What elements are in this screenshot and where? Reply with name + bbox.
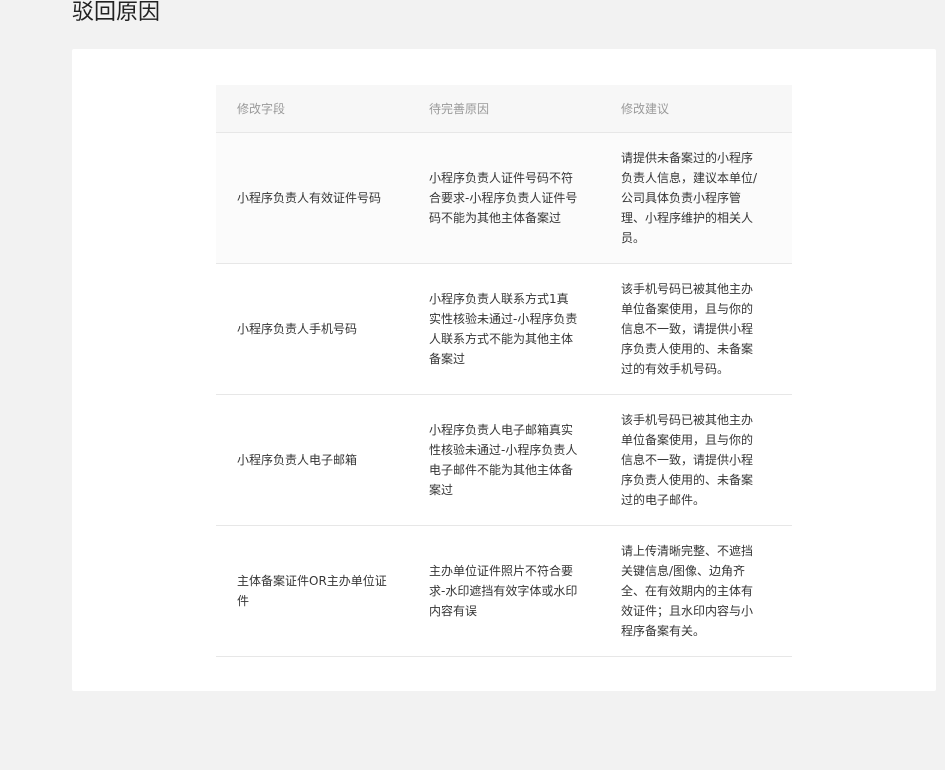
page-title: 驳回原因 bbox=[72, 0, 161, 25]
cell-field: 小程序负责人有效证件号码 bbox=[216, 132, 408, 264]
table-header-row: 修改字段 待完善原因 修改建议 bbox=[216, 85, 792, 133]
cell-field: 主体备案证件OR主办单位证件 bbox=[216, 525, 408, 657]
cell-field: 小程序负责人电子邮箱 bbox=[216, 394, 408, 526]
table-row: 小程序负责人有效证件号码 小程序负责人证件号码不符合要求-小程序负责人证件号码不… bbox=[216, 132, 792, 264]
table-row: 小程序负责人电子邮箱 小程序负责人电子邮箱真实性核验未通过-小程序负责人电子邮件… bbox=[216, 394, 792, 526]
cell-field: 小程序负责人手机号码 bbox=[216, 263, 408, 395]
table-row: 小程序负责人手机号码 小程序负责人联系方式1真实性核验未通过-小程序负责人联系方… bbox=[216, 263, 792, 395]
column-header-reason: 待完善原因 bbox=[408, 85, 600, 133]
cell-reason: 小程序负责人联系方式1真实性核验未通过-小程序负责人联系方式不能为其他主体备案过 bbox=[408, 263, 600, 395]
column-header-suggestion: 修改建议 bbox=[600, 85, 792, 133]
cell-suggestion: 请提供未备案过的小程序负责人信息，建议本单位/公司具体负责小程序管理、小程序维护… bbox=[600, 132, 792, 264]
cell-reason: 小程序负责人证件号码不符合要求-小程序负责人证件号码不能为其他主体备案过 bbox=[408, 132, 600, 264]
cell-suggestion: 该手机号码已被其他主办单位备案使用，且与你的信息不一致，请提供小程序负责人使用的… bbox=[600, 263, 792, 395]
table-row: 主体备案证件OR主办单位证件 主办单位证件照片不符合要求-水印遮挡有效字体或水印… bbox=[216, 525, 792, 657]
column-header-field: 修改字段 bbox=[216, 85, 408, 133]
reject-reason-card: 修改字段 待完善原因 修改建议 小程序负责人有效证件号码 小程序负责人证件号码不… bbox=[72, 49, 936, 691]
cell-reason: 主办单位证件照片不符合要求-水印遮挡有效字体或水印内容有误 bbox=[408, 525, 600, 657]
cell-reason: 小程序负责人电子邮箱真实性核验未通过-小程序负责人电子邮件不能为其他主体备案过 bbox=[408, 394, 600, 526]
cell-suggestion: 请上传清晰完整、不遮挡关键信息/图像、边角齐全、在有效期内的主体有效证件；且水印… bbox=[600, 525, 792, 657]
reject-reason-table: 修改字段 待完善原因 修改建议 小程序负责人有效证件号码 小程序负责人证件号码不… bbox=[216, 85, 792, 657]
cell-suggestion: 该手机号码已被其他主办单位备案使用，且与你的信息不一致，请提供小程序负责人使用的… bbox=[600, 394, 792, 526]
